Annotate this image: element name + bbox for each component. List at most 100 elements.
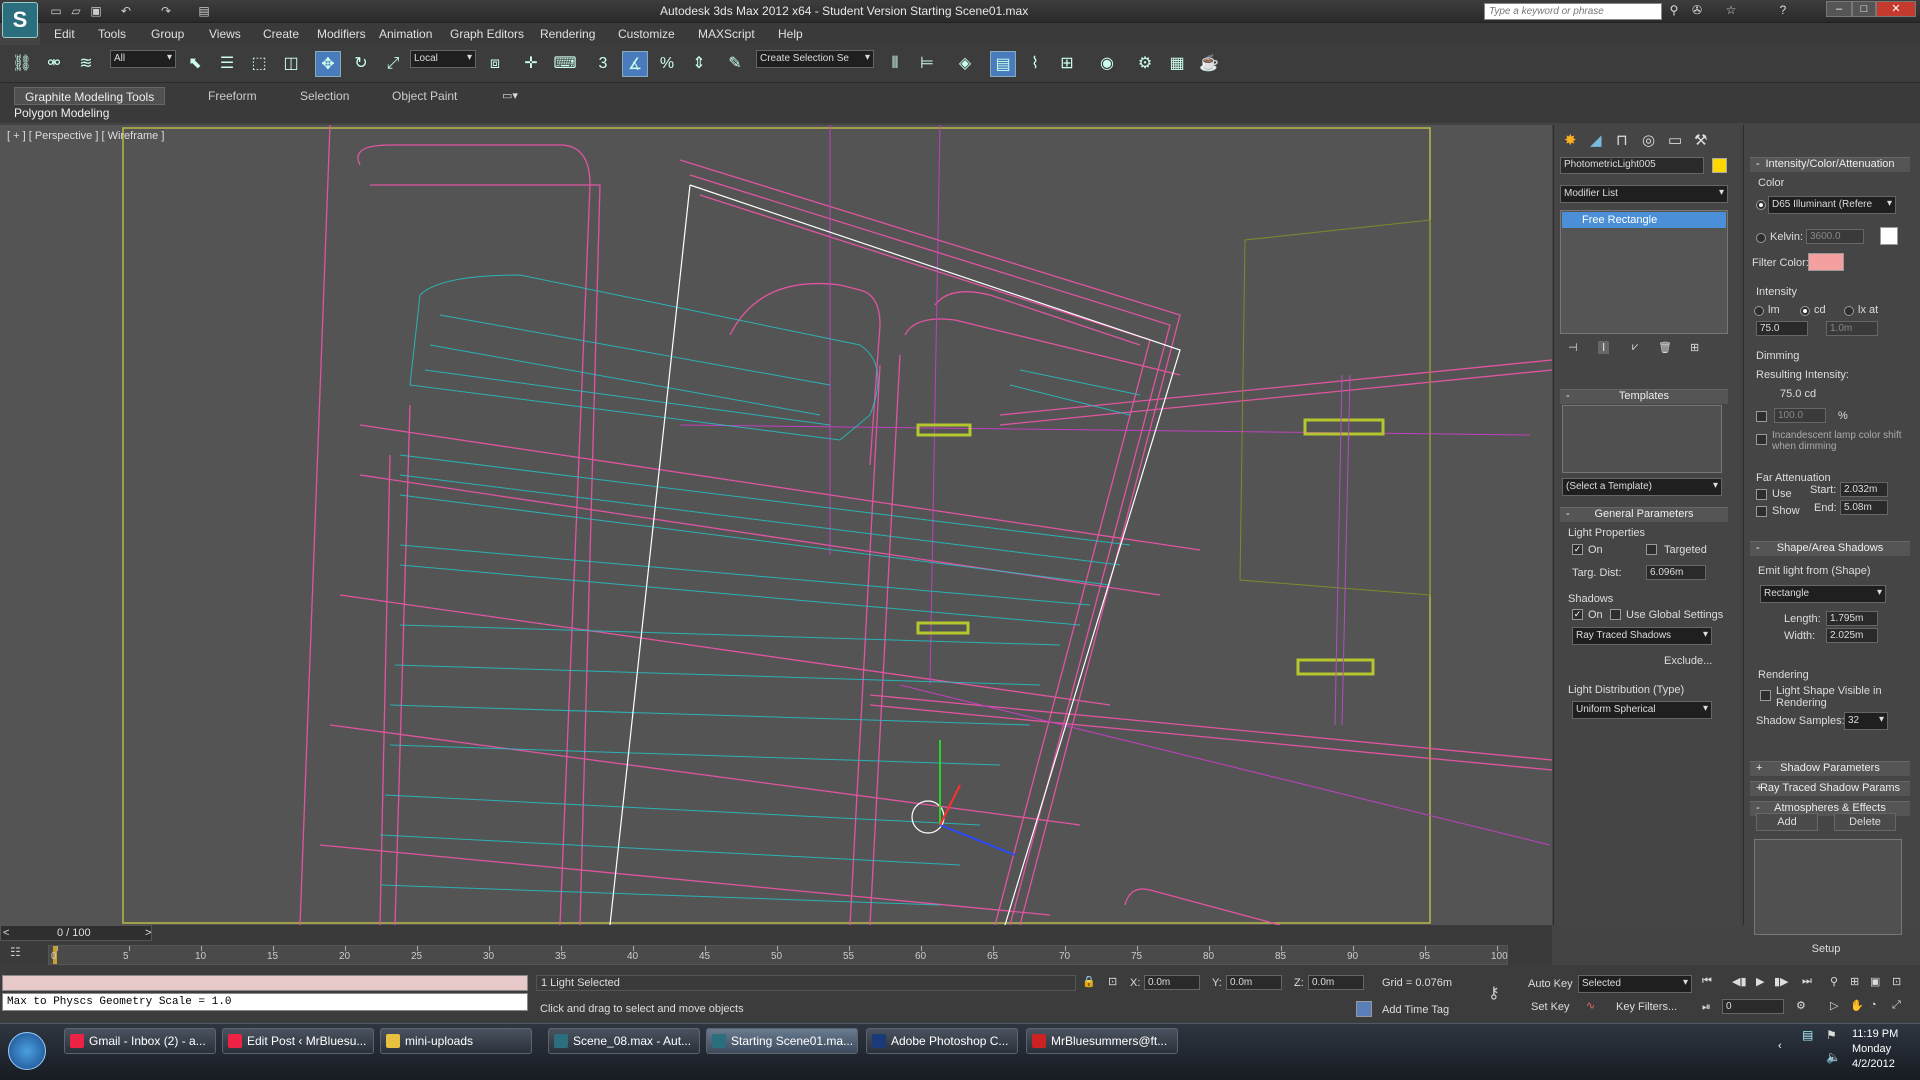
x-coordinate-field[interactable]: 0.0m xyxy=(1144,975,1200,990)
taskbar-item-ftp[interactable]: MrBluesummers@ft... xyxy=(1026,1028,1178,1054)
track-bar[interactable]: 0 5 10 15 20 25 30 35 40 45 50 55 60 65 70 75 80 85 90 95 10… xyxy=(48,945,1508,965)
shadow-parameters-rollout[interactable]: + Shadow Parameters xyxy=(1750,761,1910,776)
display-tab-icon[interactable]: ▭ xyxy=(1668,131,1682,149)
effects-list[interactable] xyxy=(1754,839,1902,935)
time-slider[interactable]: < 0 / 100 > xyxy=(0,925,152,941)
render-setup-icon[interactable]: ⚙ xyxy=(1132,51,1158,77)
select-and-move-icon[interactable]: ✥ xyxy=(315,51,341,77)
menu-customize[interactable]: Customize xyxy=(618,27,675,41)
save-icon[interactable]: ▣ xyxy=(88,3,104,19)
graphite-toggle-icon[interactable]: ▤ xyxy=(990,51,1016,77)
snaps-toggle-icon[interactable]: 3 xyxy=(590,51,616,77)
configure-sets-icon[interactable]: ⊞ xyxy=(1690,341,1699,354)
polygon-modeling-panel[interactable]: Polygon Modeling xyxy=(14,106,109,120)
remove-modifier-icon[interactable]: 🗑 xyxy=(1658,341,1672,354)
maxscript-listener-input[interactable] xyxy=(2,975,528,991)
cd-radio[interactable] xyxy=(1800,306,1810,316)
render-production-icon[interactable]: ☕ xyxy=(1196,51,1222,77)
templates-rollout[interactable]: - Templates xyxy=(1560,389,1728,404)
perspective-viewport[interactable]: [ + ] [ Perspective ] [ Wireframe ] xyxy=(0,125,1552,925)
preset-radio[interactable] xyxy=(1756,200,1766,210)
key-tangent-icon[interactable]: ∿ xyxy=(1586,999,1595,1012)
zoom-extents-all-icon[interactable]: ⊡ xyxy=(1892,975,1901,988)
create-tab-icon[interactable]: ✸ xyxy=(1564,131,1577,149)
menu-rendering[interactable]: Rendering xyxy=(540,27,595,41)
zoom-icon[interactable]: ⚲ xyxy=(1830,975,1838,988)
flag-icon[interactable]: ⚑ xyxy=(1826,1028,1837,1042)
slider-next-icon[interactable]: > xyxy=(145,927,151,939)
zoom-all-icon[interactable]: ⊞ xyxy=(1850,975,1859,988)
color-preset-dropdown[interactable]: D65 Illuminant (Refere xyxy=(1768,196,1896,214)
edit-named-selection-icon[interactable]: ✎ xyxy=(722,51,748,77)
menu-graph-editors[interactable]: Graph Editors xyxy=(450,27,524,41)
length-field[interactable]: 1.795m xyxy=(1826,611,1878,626)
network-icon[interactable]: ▤ xyxy=(1802,1028,1813,1042)
general-parameters-rollout[interactable]: - General Parameters xyxy=(1560,507,1728,522)
rendered-frame-window-icon[interactable]: ▦ xyxy=(1164,51,1190,77)
far-start-field[interactable]: 2.032m xyxy=(1840,482,1888,497)
select-by-name-icon[interactable]: ☰ xyxy=(214,51,240,77)
make-unique-icon[interactable]: ⩗ xyxy=(1632,341,1638,354)
taskbar-item-edit-post[interactable]: Edit Post ‹ MrBluesu... xyxy=(222,1028,374,1054)
kelvin-field[interactable]: 3600.0 xyxy=(1806,229,1864,244)
incandescent-checkbox[interactable] xyxy=(1756,434,1767,445)
motion-tab-icon[interactable]: ◎ xyxy=(1642,131,1655,149)
minimize-button[interactable]: – xyxy=(1826,1,1852,17)
named-selection-dropdown[interactable]: Create Selection Se xyxy=(756,50,874,68)
go-to-start-icon[interactable]: ⏮ xyxy=(1702,975,1712,988)
menu-maxscript[interactable]: MAXScript xyxy=(698,27,755,41)
modify-tab-icon[interactable]: ◢ xyxy=(1590,131,1602,149)
filter-color-swatch[interactable] xyxy=(1808,253,1844,271)
delete-effect-button[interactable]: Delete xyxy=(1834,813,1896,831)
volume-icon[interactable]: 🔈 xyxy=(1826,1050,1841,1064)
tab-graphite-modeling-tools[interactable]: Graphite Modeling Tools xyxy=(14,87,166,105)
targ-dist-field[interactable]: 6.096m xyxy=(1646,565,1706,580)
utilities-tab-icon[interactable]: ⚒ xyxy=(1694,131,1707,149)
close-button[interactable]: ✕ xyxy=(1876,1,1916,17)
menu-create[interactable]: Create xyxy=(263,27,299,41)
rectangular-selection-icon[interactable]: ⬚ xyxy=(246,51,272,77)
zoom-extents-icon[interactable]: ▣ xyxy=(1870,975,1880,988)
start-button[interactable] xyxy=(8,1032,46,1070)
open-file-icon[interactable]: ▱ xyxy=(68,3,84,19)
selection-lock-icon[interactable]: 🔒 xyxy=(1082,975,1096,988)
spinner-snap-icon[interactable]: ⇕ xyxy=(686,51,712,77)
menu-animation[interactable]: Animation xyxy=(379,27,432,41)
lm-radio[interactable] xyxy=(1754,306,1764,316)
dimming-percent-field[interactable]: 100.0 xyxy=(1774,408,1826,423)
clock-time[interactable]: 11:19 PM xyxy=(1852,1028,1898,1040)
time-configuration-icon[interactable]: ⚙ xyxy=(1796,999,1806,1012)
stack-item-free-rectangle[interactable]: Free Rectangle xyxy=(1562,212,1726,228)
light-on-checkbox[interactable]: ✓ xyxy=(1572,544,1583,555)
select-manipulate-icon[interactable]: ✛ xyxy=(518,51,544,77)
bind-space-warp-icon[interactable]: ≋ xyxy=(73,51,99,77)
maximize-viewport-icon[interactable]: ⤢ xyxy=(1892,999,1901,1012)
lx-radio[interactable] xyxy=(1844,306,1854,316)
menu-group[interactable]: Group xyxy=(151,27,184,41)
set-key-button[interactable]: Set Key xyxy=(1531,1001,1570,1013)
template-select-dropdown[interactable]: (Select a Template) xyxy=(1562,478,1722,496)
menu-help[interactable]: Help xyxy=(778,27,803,41)
app-logo-button[interactable]: S xyxy=(2,2,38,38)
hierarchy-tab-icon[interactable]: ⊓ xyxy=(1616,131,1628,149)
use-global-checkbox[interactable] xyxy=(1610,609,1621,620)
light-shape-visible-checkbox[interactable] xyxy=(1760,690,1771,701)
intensity-color-attenuation-rollout[interactable]: - Intensity/Color/Attenuation xyxy=(1750,157,1910,172)
intensity-distance-field[interactable]: 1.0m xyxy=(1826,321,1878,336)
play-icon[interactable]: ▶ xyxy=(1756,975,1764,988)
select-object-icon[interactable]: ⬉ xyxy=(182,51,208,77)
far-show-checkbox[interactable] xyxy=(1756,506,1767,517)
pivot-center-icon[interactable]: ⧈ xyxy=(482,51,508,77)
undo-icon[interactable]: ↶ xyxy=(118,3,134,19)
mini-curve-editor-icon[interactable]: ☷ xyxy=(10,945,34,961)
set-key-mode-icon[interactable]: ⚷ xyxy=(1488,983,1500,1003)
current-frame-field[interactable]: 0 xyxy=(1722,999,1784,1014)
shape-area-shadows-rollout[interactable]: - Shape/Area Shadows xyxy=(1750,541,1910,556)
layer-manager-icon[interactable]: ◈ xyxy=(952,51,978,77)
taskbar-item-mini-uploads[interactable]: mini-uploads xyxy=(380,1028,532,1054)
key-mode-dropdown[interactable]: Selected xyxy=(1578,975,1692,993)
project-folder-icon[interactable]: ▤ xyxy=(196,3,212,19)
kelvin-radio[interactable] xyxy=(1756,233,1766,243)
subscription-icon[interactable]: ✇ xyxy=(1688,3,1706,20)
pin-stack-icon[interactable]: ⊣ xyxy=(1568,341,1578,354)
